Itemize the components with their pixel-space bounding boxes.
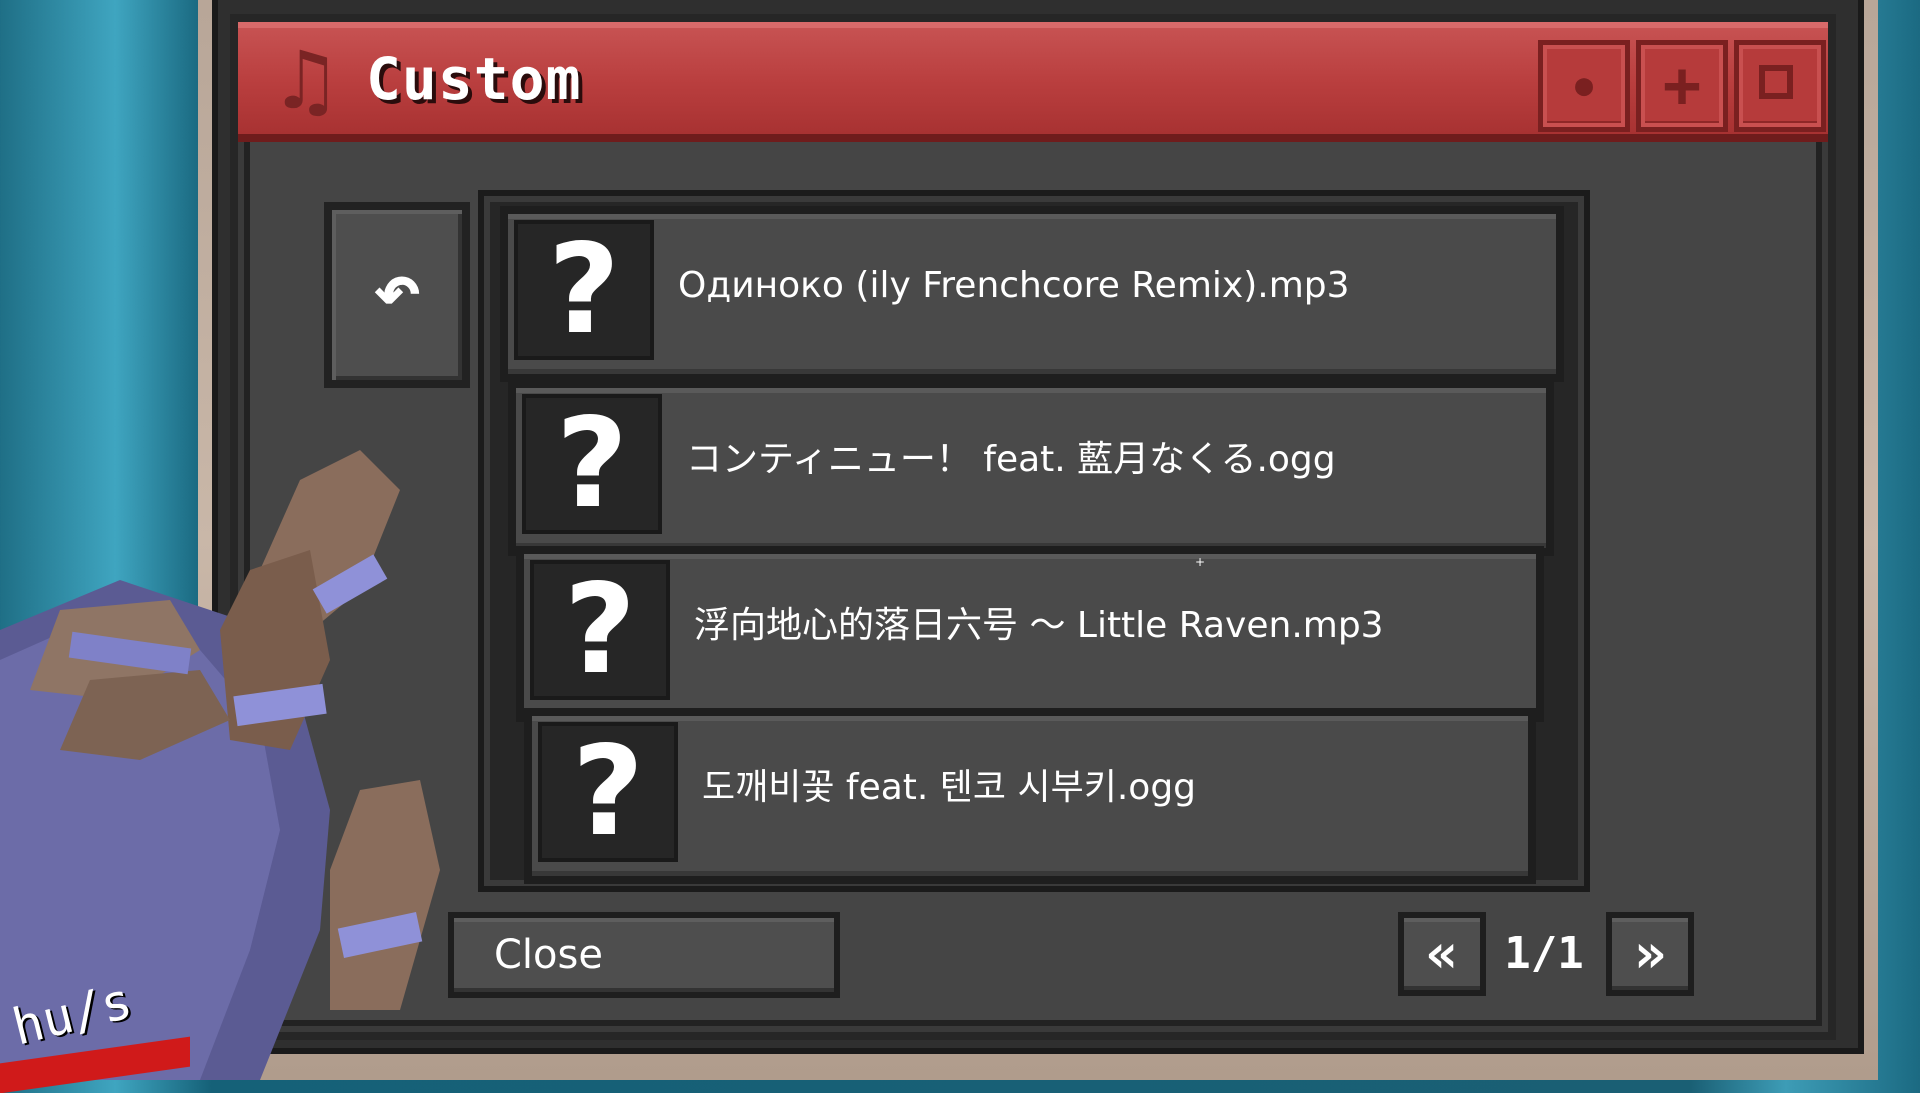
- unknown-cover-icon: ?: [514, 220, 654, 360]
- dot-icon: ●: [1574, 68, 1594, 103]
- window-title: Custom: [366, 45, 582, 113]
- back-button[interactable]: ↶: [324, 202, 470, 388]
- previous-page-button[interactable]: «: [1398, 912, 1486, 996]
- double-chevron-right-icon: »: [1633, 922, 1667, 985]
- unknown-cover-icon: ?: [522, 394, 662, 534]
- double-chevron-left-icon: «: [1425, 922, 1459, 985]
- undo-arrow-icon: ↶: [372, 243, 422, 336]
- next-page-button[interactable]: »: [1606, 912, 1694, 996]
- music-note-icon: ♫: [270, 34, 342, 127]
- track-name: コンティニュー！ feat. 藍月なくる.ogg: [686, 439, 1336, 480]
- plus-icon: +: [1662, 49, 1702, 123]
- track-name: Одиноко (ily Frenchcore Remix).mp3: [678, 265, 1350, 306]
- track-list: ? Одиноко (ily Frenchcore Remix).mp3 ? コ…: [478, 190, 1590, 892]
- add-button[interactable]: +: [1636, 40, 1728, 132]
- track-row[interactable]: ? コンティニュー！ feat. 藍月なくる.ogg: [508, 380, 1554, 556]
- track-name: 浮向地心的落日六号 ～ Little Raven.mp3: [694, 605, 1384, 646]
- track-row[interactable]: ? 도깨비꽃 feat. 텐코 시부키.ogg: [524, 708, 1536, 884]
- track-name: 도깨비꽃 feat. 텐코 시부키.ogg: [702, 767, 1197, 808]
- square-icon: [1759, 65, 1793, 99]
- track-row[interactable]: ? 浮向地心的落日六号 ～ Little Raven.mp3: [516, 546, 1544, 722]
- unknown-cover-icon: ?: [530, 560, 670, 700]
- crosshair-icon: +: [1195, 555, 1206, 569]
- page-indicator: 1/1: [1504, 928, 1584, 979]
- unknown-cover-icon: ?: [538, 722, 678, 862]
- track-row[interactable]: ? Одиноко (ily Frenchcore Remix).mp3: [500, 206, 1564, 382]
- minimize-button[interactable]: ●: [1538, 40, 1630, 132]
- title-bar: ♫ Custom ● +: [238, 22, 1828, 142]
- maximize-button[interactable]: [1734, 40, 1826, 132]
